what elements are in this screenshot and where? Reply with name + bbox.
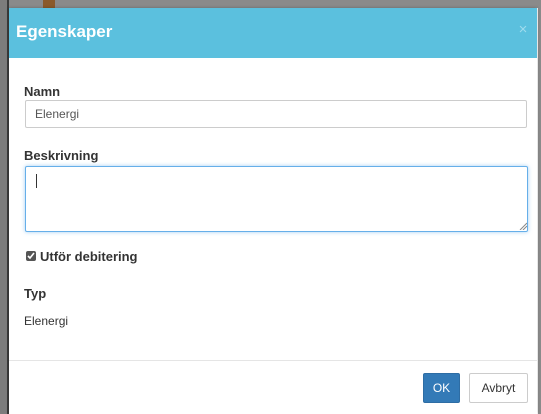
dialog-header: Egenskaper × bbox=[9, 8, 537, 58]
description-textarea[interactable] bbox=[25, 166, 528, 232]
properties-dialog: Egenskaper × Namn Beskrivning Utför debi… bbox=[9, 8, 537, 414]
background-window-top bbox=[0, 0, 541, 8]
text-cursor bbox=[36, 174, 37, 188]
billing-row: Utför debitering bbox=[24, 248, 138, 264]
type-value: Elenergi bbox=[24, 314, 69, 328]
type-label: Typ bbox=[24, 286, 47, 301]
billing-label[interactable]: Utför debitering bbox=[40, 249, 138, 264]
cancel-button[interactable]: Avbryt bbox=[469, 373, 528, 403]
screen: Egenskaper × Namn Beskrivning Utför debi… bbox=[0, 0, 541, 414]
background-image-fragment bbox=[43, 0, 55, 8]
ok-button[interactable]: OK bbox=[423, 373, 460, 403]
dialog-title: Egenskaper bbox=[16, 22, 113, 41]
name-label: Namn bbox=[24, 84, 61, 99]
description-label: Beskrivning bbox=[24, 148, 99, 163]
footer-divider bbox=[9, 360, 537, 361]
name-input[interactable] bbox=[25, 100, 527, 128]
resize-grip-icon[interactable] bbox=[519, 222, 527, 230]
billing-checkbox[interactable] bbox=[26, 251, 36, 261]
close-icon: × bbox=[518, 21, 528, 38]
close-button[interactable]: × bbox=[515, 22, 531, 38]
